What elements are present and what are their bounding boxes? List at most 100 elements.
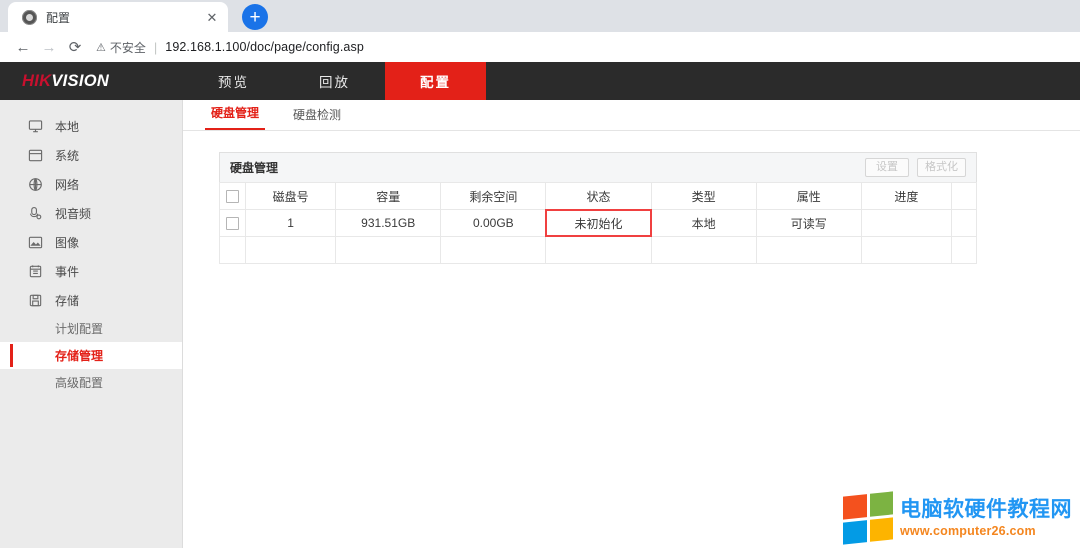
sidebar-item-label: 事件 [55, 265, 80, 279]
logo-quadrant-2 [869, 491, 893, 517]
col-capacity: 容量 [335, 182, 442, 210]
hdd-management-panel: 硬盘管理 设置 格式化 磁盘号 容量 剩余空间 状态 类型 属性 进度 1 93… [218, 152, 978, 264]
new-tab-button[interactable]: + [242, 4, 268, 30]
forward-icon[interactable]: → [36, 34, 62, 60]
back-icon[interactable]: ← [10, 34, 36, 60]
empty-cell [860, 236, 952, 264]
col-property: 属性 [755, 182, 862, 210]
col-progress: 进度 [860, 182, 952, 210]
top-navigation: 预览 回放 配置 [183, 62, 486, 100]
empty-cell [218, 236, 247, 264]
browser-chrome: 配置 ✕ + ← → ⟳ ⚠ 不安全 | 192.168.1.100/doc/p… [0, 0, 1080, 62]
address-bar[interactable]: ⚠ 不安全 | 192.168.1.100/doc/page/config.as… [96, 36, 1070, 58]
format-button[interactable]: 格式化 [917, 158, 966, 177]
reload-icon[interactable]: ⟳ [62, 34, 88, 60]
watermark-url: www.computer26.com [900, 523, 1036, 538]
disk-table: 磁盘号 容量 剩余空间 状态 类型 属性 进度 1 931.51GB 0.00G… [218, 182, 978, 264]
close-icon[interactable]: ✕ [204, 11, 220, 24]
brand-logo: HIK VISION [0, 62, 183, 100]
table-empty-area [218, 236, 978, 264]
watermark: 电脑软硬件教程网 www.computer26.com [843, 491, 1072, 545]
cell-status: 未初始化 [545, 209, 652, 237]
table-header-row: 磁盘号 容量 剩余空间 状态 类型 属性 进度 [218, 182, 978, 210]
empty-cell [440, 236, 547, 264]
empty-cell [335, 236, 442, 264]
microphone-icon [29, 206, 42, 220]
col-status: 状态 [545, 182, 652, 210]
topnav-item-preview[interactable]: 预览 [183, 62, 284, 100]
windows-logo [843, 491, 893, 545]
url-text: 192.168.1.100/doc/page/config.asp [165, 40, 364, 54]
cell-extra [950, 209, 978, 237]
sidebar-item-label: 存储 [55, 294, 80, 308]
logo-quadrant-3 [843, 519, 867, 545]
sidebar-item-storage[interactable]: 存储 [0, 286, 182, 315]
watermark-title: 电脑软硬件教程网 [900, 497, 1072, 521]
omnibox-separator: | [153, 39, 158, 55]
sidebar-item-image[interactable]: 图像 [0, 228, 182, 257]
topnav-item-playback[interactable]: 回放 [284, 62, 385, 100]
content-subtabs: 硬盘管理 硬盘检测 [183, 100, 1080, 131]
browser-tab[interactable]: 配置 ✕ [8, 2, 228, 32]
empty-cell [545, 236, 652, 264]
sidebar-subitem-advanced-config[interactable]: 高级配置 [0, 369, 182, 396]
topnav-item-configuration[interactable]: 配置 [385, 62, 486, 100]
col-free-space: 剩余空间 [440, 182, 547, 210]
panel-title: 硬盘管理 [230, 161, 279, 175]
cell-free-space: 0.00GB [440, 209, 547, 237]
sidebar-item-system[interactable]: 系统 [0, 141, 182, 170]
logo-quadrant-4 [869, 516, 893, 542]
sidebar-item-label: 系统 [55, 149, 80, 163]
col-extra [950, 182, 978, 210]
warning-triangle-icon: ⚠ [96, 41, 106, 54]
hikvision-page: HIK VISION 预览 回放 配置 本地 系统 网络 视音频 图像 事件 存… [0, 62, 1080, 548]
select-all-checkbox[interactable] [226, 190, 240, 204]
sidebar-item-video-audio[interactable]: 视音频 [0, 199, 182, 228]
empty-cell [650, 236, 757, 264]
globe-icon [29, 178, 42, 191]
page-body: 本地 系统 网络 视音频 图像 事件 存储 计划配置 存储管理 高级配置 硬盘管… [0, 100, 1080, 548]
app-topbar: HIK VISION 预览 回放 配置 [0, 62, 1080, 100]
empty-cell [245, 236, 337, 264]
row-checkbox[interactable] [226, 217, 240, 231]
monitor-icon [28, 120, 43, 133]
row-select-cell [218, 209, 247, 237]
save-disk-icon [29, 294, 42, 307]
logo-quadrant-1 [843, 494, 867, 520]
sidebar-item-label: 视音频 [55, 207, 92, 221]
window-icon [28, 149, 43, 162]
panel-header: 硬盘管理 设置 格式化 [219, 152, 977, 182]
settings-button[interactable]: 设置 [865, 158, 909, 177]
browser-toolbar: ← → ⟳ ⚠ 不安全 | 192.168.1.100/doc/page/con… [0, 32, 1080, 62]
calendar-icon [29, 265, 42, 278]
status-badge: 未初始化 [574, 216, 623, 231]
cell-progress [860, 209, 952, 237]
cell-property: 可读写 [755, 209, 862, 237]
brand-logo-hik: HIK [22, 71, 52, 90]
sidebar-item-label: 本地 [55, 120, 80, 134]
sidebar-item-event[interactable]: 事件 [0, 257, 182, 286]
table-row[interactable]: 1 931.51GB 0.00GB 未初始化 本地 可读写 [218, 209, 978, 237]
cell-disk-no: 1 [245, 209, 337, 237]
cell-capacity: 931.51GB [335, 209, 442, 237]
image-icon [28, 236, 43, 249]
watermark-text: 电脑软硬件教程网 www.computer26.com [900, 499, 1072, 538]
sidebar-item-label: 网络 [55, 178, 80, 192]
select-all-header [218, 182, 247, 210]
col-disk-no: 磁盘号 [245, 182, 337, 210]
tab-hdd-detection[interactable]: 硬盘检测 [287, 106, 347, 130]
sidebar-item-local[interactable]: 本地 [0, 112, 182, 141]
main-content: 硬盘管理 硬盘检测 硬盘管理 设置 格式化 磁盘号 容量 剩余空间 状态 类型 … [183, 100, 1080, 548]
sidebar-subitem-schedule-config[interactable]: 计划配置 [0, 315, 182, 342]
cell-type: 本地 [650, 209, 757, 237]
tab-strip: 配置 ✕ + [0, 0, 1080, 32]
tab-hdd-management[interactable]: 硬盘管理 [205, 104, 266, 130]
empty-cell [755, 236, 862, 264]
sidebar-item-label: 图像 [55, 236, 80, 250]
sidebar-subitem-storage-management[interactable]: 存储管理 [0, 342, 182, 369]
brand-logo-vision: VISION [51, 71, 110, 90]
sidebar: 本地 系统 网络 视音频 图像 事件 存储 计划配置 存储管理 高级配置 [0, 100, 183, 548]
col-type: 类型 [650, 182, 757, 210]
security-label: 不安全 [109, 40, 146, 55]
sidebar-item-network[interactable]: 网络 [0, 170, 182, 199]
